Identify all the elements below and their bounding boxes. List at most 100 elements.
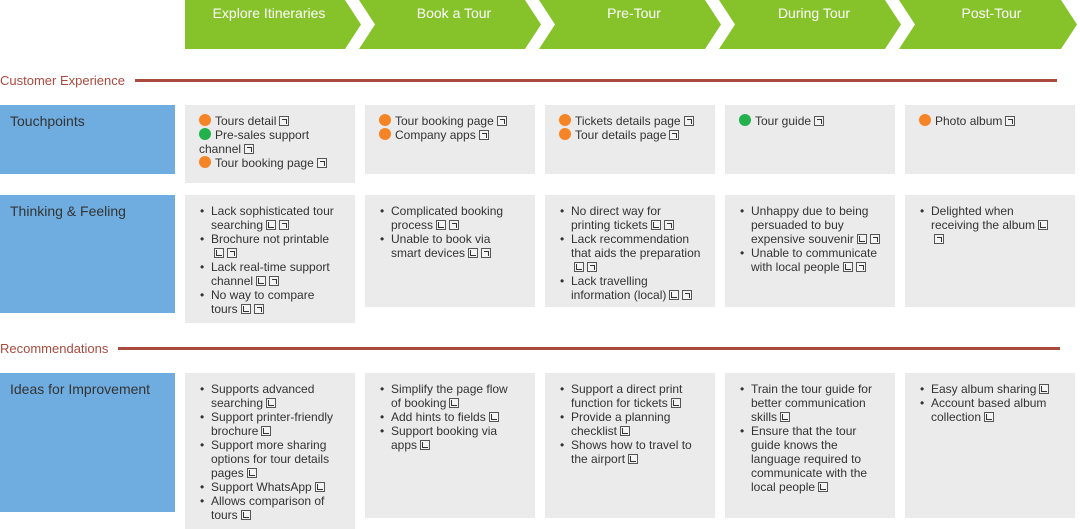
feeling-cell: Complicated booking processUnable to boo…: [365, 195, 535, 307]
open-link-icon[interactable]: [934, 234, 944, 244]
open-link-icon[interactable]: [478, 130, 489, 140]
note-icon[interactable]: [266, 220, 277, 230]
feeling-list-item[interactable]: Lack sophisticated tour searching: [199, 204, 341, 232]
note-icon[interactable]: [256, 276, 267, 286]
note-icon[interactable]: [240, 510, 251, 520]
note-icon[interactable]: [314, 482, 325, 492]
orange-status-dot-icon: [559, 128, 571, 140]
touchpoint-item[interactable]: Company apps: [379, 128, 521, 142]
note-icon[interactable]: [488, 412, 499, 422]
feeling-list-item[interactable]: Unable to communicate with local people: [739, 246, 881, 274]
note-icon[interactable]: [266, 398, 277, 408]
idea-text: Easy album sharing: [931, 382, 1037, 396]
row-label-touchpoints: Touchpoints: [0, 105, 175, 174]
idea-list-item[interactable]: Add hints to fields: [379, 410, 521, 424]
idea-list-item[interactable]: Support WhatsApp: [199, 480, 341, 494]
open-link-icon[interactable]: [316, 158, 327, 168]
note-icon[interactable]: [574, 262, 584, 272]
note-icon[interactable]: [650, 220, 661, 230]
note-icon[interactable]: [856, 234, 867, 244]
idea-list-item[interactable]: Shows how to travel to the airport: [559, 438, 701, 466]
note-icon[interactable]: [1039, 384, 1050, 394]
note-icon[interactable]: [214, 248, 224, 258]
open-link-icon[interactable]: [855, 262, 866, 272]
touchpoint-item[interactable]: Pre-sales support channel: [199, 128, 341, 156]
note-icon[interactable]: [984, 412, 995, 422]
row-label-ideas-for-improvement: Ideas for Improvement: [0, 373, 175, 512]
idea-list-item[interactable]: Ensure that the tour guide knows the lan…: [739, 424, 881, 494]
orange-status-dot-icon: [559, 114, 571, 126]
note-icon[interactable]: [420, 440, 431, 450]
open-link-icon[interactable]: [663, 220, 674, 230]
idea-list-item[interactable]: Support booking via apps: [379, 424, 521, 452]
idea-list-item[interactable]: Allows comparison of tours: [199, 494, 341, 522]
phase-during-tour[interactable]: During Tour: [719, 0, 905, 49]
open-link-icon[interactable]: [683, 116, 694, 126]
phase-pre-tour[interactable]: Pre-Tour: [539, 0, 725, 49]
touchpoint-item[interactable]: Tours detail: [199, 114, 341, 128]
note-icon[interactable]: [261, 426, 272, 436]
touchpoint-item[interactable]: Tour guide: [739, 114, 881, 128]
feeling-list-item[interactable]: Lack real-time support channel: [199, 260, 341, 288]
note-icon[interactable]: [818, 482, 829, 492]
feeling-list-item[interactable]: Brochure not printable: [199, 232, 341, 260]
feeling-list: Complicated booking processUnable to boo…: [379, 204, 521, 260]
open-link-icon[interactable]: [814, 116, 825, 126]
note-icon[interactable]: [620, 426, 631, 436]
open-link-icon[interactable]: [269, 276, 280, 286]
note-icon[interactable]: [468, 248, 479, 258]
idea-list-item[interactable]: Support a direct print function for tick…: [559, 382, 701, 410]
feeling-text: Lack travelling information (local): [571, 274, 667, 302]
idea-list-item[interactable]: Account based album collection: [919, 396, 1061, 424]
idea-text: Train the tour guide for better communic…: [751, 382, 872, 424]
open-link-icon[interactable]: [279, 220, 290, 230]
open-link-icon[interactable]: [244, 144, 255, 154]
open-link-icon[interactable]: [279, 116, 290, 126]
note-icon[interactable]: [669, 290, 680, 300]
feeling-list-item[interactable]: Complicated booking process: [379, 204, 521, 232]
feeling-list-item[interactable]: No way to compare tours: [199, 288, 341, 316]
note-icon[interactable]: [780, 412, 790, 422]
touchpoint-item[interactable]: Tour booking page: [199, 156, 341, 170]
idea-list-item[interactable]: Easy album sharing: [919, 382, 1061, 396]
feeling-list-item[interactable]: Lack travelling information (local): [559, 274, 701, 302]
touchpoint-item[interactable]: Tour details page: [559, 128, 701, 142]
touchpoint-item[interactable]: Tour booking page: [379, 114, 521, 128]
phase-post-tour[interactable]: Post-Tour: [899, 0, 1080, 49]
idea-list-item[interactable]: Provide a planning checklist: [559, 410, 701, 438]
feeling-list-item[interactable]: Unhappy due to being persuaded to buy ex…: [739, 204, 881, 246]
idea-list: Simplify the page flow of bookingAdd hin…: [379, 382, 521, 452]
feeling-list-item[interactable]: Lack recommendation that aids the prepar…: [559, 232, 701, 274]
open-link-icon[interactable]: [682, 290, 693, 300]
open-link-icon[interactable]: [253, 304, 264, 314]
feeling-list-item[interactable]: No direct way for printing tickets: [559, 204, 701, 232]
note-icon[interactable]: [240, 304, 251, 314]
idea-list-item[interactable]: Simplify the page flow of booking: [379, 382, 521, 410]
note-icon[interactable]: [628, 454, 639, 464]
note-icon[interactable]: [842, 262, 853, 272]
open-link-icon[interactable]: [1005, 116, 1016, 126]
touchpoint-item[interactable]: Tickets details page: [559, 114, 701, 128]
touchpoint-item[interactable]: Photo album: [919, 114, 1061, 128]
open-link-icon[interactable]: [227, 248, 237, 258]
open-link-icon[interactable]: [449, 220, 460, 230]
phase-explore-itineraries[interactable]: Explore Itineraries: [185, 0, 365, 49]
feeling-list-item[interactable]: Unable to book via smart devices: [379, 232, 521, 260]
note-icon[interactable]: [436, 220, 447, 230]
note-icon[interactable]: [670, 398, 681, 408]
idea-list-item[interactable]: Train the tour guide for better communic…: [739, 382, 881, 424]
open-link-icon[interactable]: [496, 116, 507, 126]
idea-text: Support more sharing options for tour de…: [211, 438, 330, 480]
open-link-icon[interactable]: [669, 130, 680, 140]
idea-list-item[interactable]: Support printer-friendly brochure: [199, 410, 341, 438]
note-icon[interactable]: [246, 468, 257, 478]
open-link-icon[interactable]: [481, 248, 492, 258]
phase-book-a-tour[interactable]: Book a Tour: [359, 0, 545, 49]
idea-list-item[interactable]: Support more sharing options for tour de…: [199, 438, 341, 480]
feeling-list-item[interactable]: Delighted when receiving the album: [919, 204, 1061, 246]
note-icon[interactable]: [449, 398, 460, 408]
open-link-icon[interactable]: [869, 234, 880, 244]
note-icon[interactable]: [1038, 220, 1049, 230]
open-link-icon[interactable]: [587, 262, 597, 272]
idea-list-item[interactable]: Supports advanced searching: [199, 382, 341, 410]
